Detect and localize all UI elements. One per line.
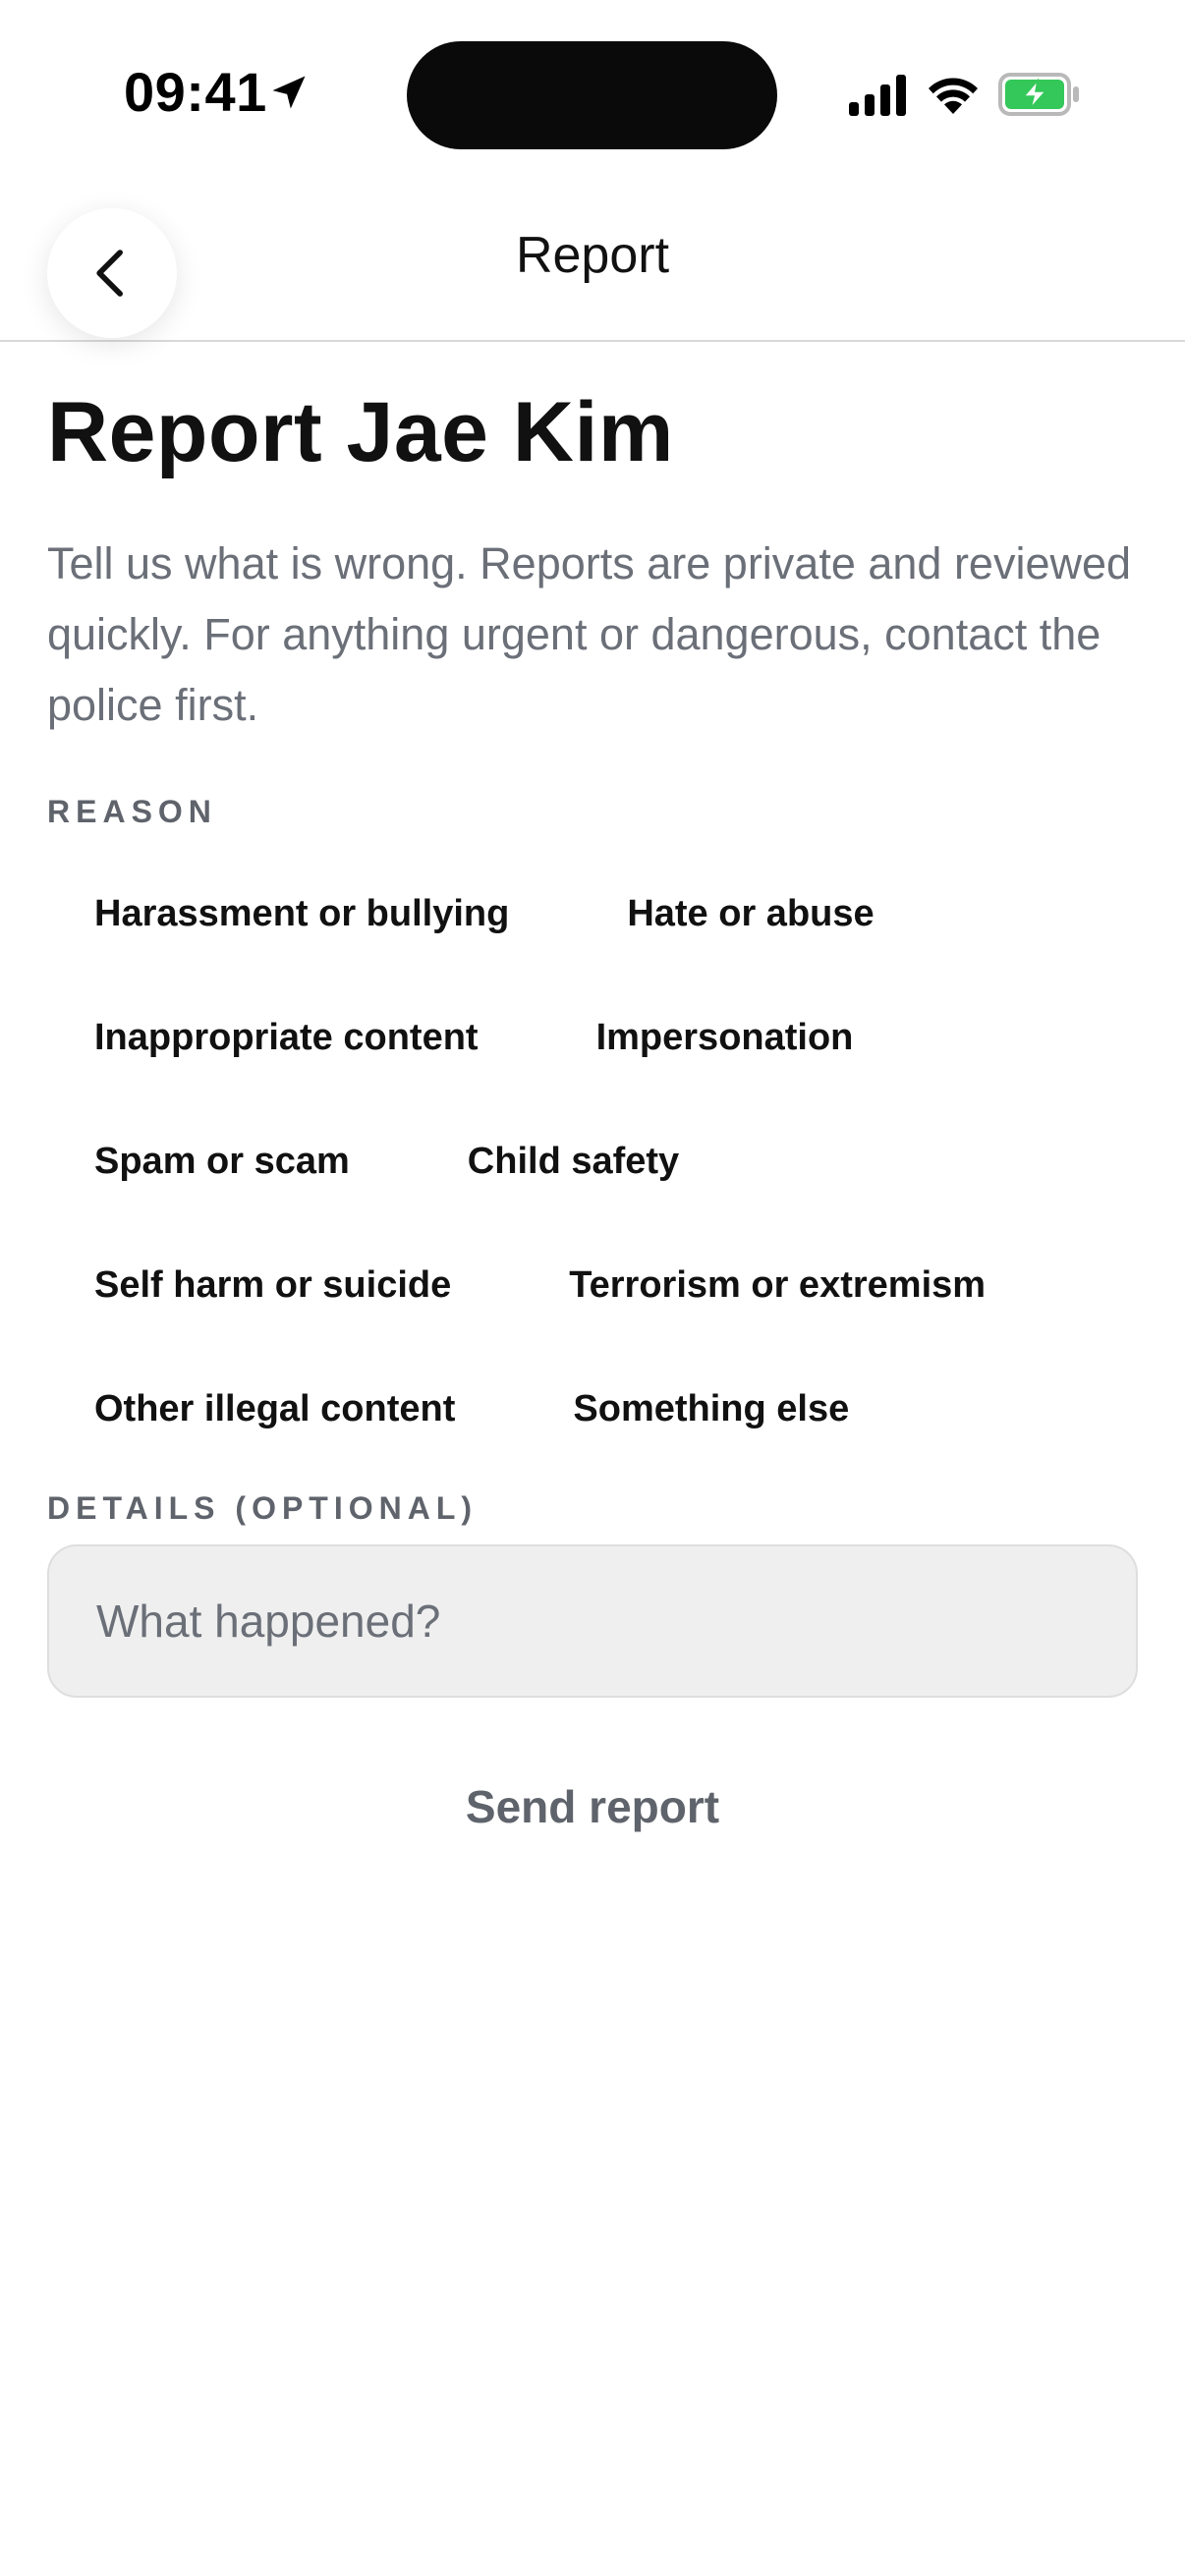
- reason-options: Harassment or bullying Hate or abuse Ina…: [47, 852, 1138, 1471]
- reason-row: Spam or scam Child safety: [47, 1099, 1138, 1223]
- details-input[interactable]: [47, 1544, 1138, 1698]
- dynamic-island: [407, 41, 777, 149]
- reason-row: Self harm or suicide Terrorism or extrem…: [47, 1223, 1138, 1347]
- reason-option-illegal[interactable]: Other illegal content: [47, 1388, 502, 1430]
- reason-row: Inappropriate content Impersonation: [47, 976, 1138, 1099]
- cellular-signal-icon: [849, 75, 906, 116]
- reason-row: Other illegal content Something else: [47, 1347, 1138, 1471]
- header-title: Report: [515, 227, 670, 284]
- reason-option-impersonation[interactable]: Impersonation: [549, 1017, 901, 1059]
- reason-option-inappropriate[interactable]: Inappropriate content: [47, 1017, 526, 1059]
- reason-section-label: REASON: [47, 794, 217, 829]
- reason-option-spam[interactable]: Spam or scam: [47, 1141, 397, 1183]
- status-time: 09:41: [124, 61, 267, 123]
- send-report-button[interactable]: Send report: [442, 1768, 743, 1845]
- reason-row: Harassment or bullying Hate or abuse: [47, 852, 1138, 976]
- reason-option-child-safety[interactable]: Child safety: [421, 1141, 726, 1183]
- report-form: Report Jae Kim Tell us what is wrong. Re…: [47, 342, 1138, 1845]
- reason-option-hate[interactable]: Hate or abuse: [580, 893, 921, 935]
- nav-header: Report: [0, 177, 1185, 342]
- reason-option-something-else[interactable]: Something else: [526, 1388, 896, 1430]
- reason-option-terrorism[interactable]: Terrorism or extremism: [522, 1264, 1033, 1307]
- intro-text: Tell us what is wrong. Reports are priva…: [47, 538, 1132, 730]
- status-bar: 09:41: [0, 0, 1185, 177]
- reason-option-self-harm[interactable]: Self harm or suicide: [47, 1264, 498, 1307]
- battery-charging-icon: [998, 73, 1079, 116]
- page-title: Report Jae Kim: [47, 385, 674, 479]
- reason-option-harassment[interactable]: Harassment or bullying: [47, 893, 556, 935]
- details-section-label: DETAILS (OPTIONAL): [47, 1490, 479, 1526]
- wifi-icon: [929, 78, 978, 114]
- location-arrow-icon: [272, 76, 306, 109]
